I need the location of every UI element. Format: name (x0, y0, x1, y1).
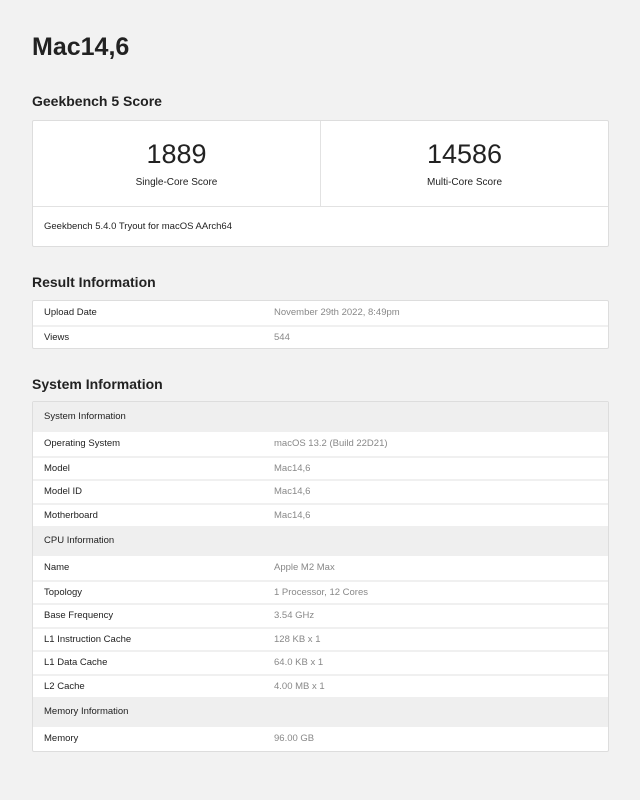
row-label: L2 Cache (44, 680, 85, 692)
row-value: 1 Processor, 12 Cores (274, 586, 368, 598)
row-label: L1 Instruction Cache (44, 633, 132, 645)
row-label: Operating System (44, 438, 121, 450)
row-value: Apple M2 Max (274, 562, 335, 574)
table-row: L1 Data Cache 64.0 KB x 1 (33, 650, 608, 674)
row-label: Motherboard (44, 509, 98, 521)
row-value: November 29th 2022, 8:49pm (274, 307, 400, 319)
system-info-table: System Information Operating System macOS … (32, 401, 609, 752)
group-header: Memory Information (33, 697, 608, 727)
row-label: Views (44, 331, 70, 343)
row-value: 3.54 GHz (274, 610, 315, 622)
score-card: 1889 Single-Core Score 14586 Multi-Core … (32, 120, 609, 247)
table-row: L2 Cache 4.00 MB x 1 (33, 673, 608, 698)
row-value: 128 KB x 1 (274, 633, 321, 645)
row-value: 544 (274, 331, 290, 343)
table-row: Views 544 (33, 324, 608, 349)
row-label: Memory (44, 733, 79, 745)
row-value: Mac14,6 (274, 509, 311, 521)
row-value: macOS 13.2 (Build 22D21) (274, 438, 388, 450)
single-core-label: Single-Core Score (135, 177, 218, 188)
table-row: L1 Instruction Cache 128 KB x 1 (33, 626, 608, 651)
table-row: Model Mac14,6 (33, 455, 608, 480)
row-value: 64.0 KB x 1 (274, 657, 324, 669)
table-row: Upload Date November 29th 2022, 8:49pm (33, 301, 608, 325)
row-label: Model (44, 462, 70, 474)
group-header: CPU Information (33, 526, 608, 556)
row-value: 96.00 GB (274, 733, 315, 745)
version-text: Geekbench 5.4.0 Tryout for macOS AArch64 (44, 221, 232, 232)
row-label: L1 Data Cache (44, 657, 108, 669)
row-label: Topology (44, 586, 83, 598)
score-heading: Geekbench 5 Score (32, 93, 162, 109)
row-label: Model ID (44, 486, 83, 498)
row-value: Mac14,6 (274, 462, 311, 474)
row-label: Base Frequency (44, 610, 114, 622)
row-label: Name (44, 562, 70, 574)
table-row: Name Apple M2 Max (33, 556, 608, 580)
single-core-value: 1889 (146, 139, 207, 169)
table-row: Topology 1 Processor, 12 Cores (33, 579, 608, 604)
table-row: Operating System macOS 13.2 (Build 22D21) (33, 432, 608, 456)
table-row: Base Frequency 3.54 GHz (33, 603, 608, 627)
multi-core-score: 14586 Multi-Core Score (320, 121, 608, 206)
system-info-heading: System Information (32, 376, 163, 392)
page-title: Mac14,6 (32, 33, 130, 61)
row-value: Mac14,6 (274, 486, 311, 498)
group-header: System Information (33, 402, 608, 432)
result-info-table: Upload Date November 29th 2022, 8:49pm Vi… (32, 300, 609, 349)
multi-core-label: Multi-Core Score (426, 177, 503, 188)
result-info-heading: Result Information (32, 274, 156, 290)
table-row: Memory 96.00 GB (33, 727, 608, 751)
row-value: 4.00 MB x 1 (274, 680, 325, 692)
row-label: Upload Date (44, 307, 97, 319)
table-row: Model ID Mac14,6 (33, 479, 608, 503)
multi-core-value: 14586 (426, 139, 503, 169)
single-core-score: 1889 Single-Core Score (33, 121, 320, 206)
table-row: Motherboard Mac14,6 (33, 502, 608, 527)
